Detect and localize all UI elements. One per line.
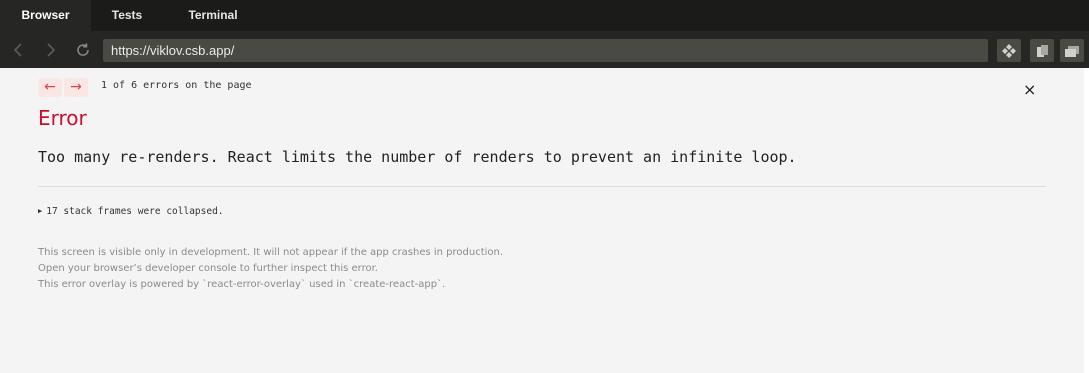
footer-note: This screen is visible only in developme… <box>38 245 503 293</box>
chevron-right-icon[interactable] <box>41 41 59 59</box>
tab-bar: Browser Tests Terminal <box>0 0 1089 31</box>
drag-move-icon[interactable] <box>997 39 1021 62</box>
tab-terminal[interactable]: Terminal <box>163 0 263 31</box>
next-error-button[interactable]: → <box>64 78 88 97</box>
chevron-left-icon[interactable] <box>10 41 28 59</box>
navigation-bar: https://viklov.csb.app/ <box>0 31 1089 68</box>
error-navigation: ← → <box>38 78 88 97</box>
refresh-icon[interactable] <box>74 41 92 59</box>
stack-frames-label: 17 stack frames were collapsed. <box>46 206 224 217</box>
url-input[interactable]: https://viklov.csb.app/ <box>103 39 988 62</box>
error-overlay: ← → 1 of 6 errors on the page × Error To… <box>0 68 1084 373</box>
footer-line: This screen is visible only in developme… <box>38 247 504 258</box>
stack-frames-toggle[interactable]: ▶ 17 stack frames were collapsed. <box>38 206 224 217</box>
error-title: Error <box>38 106 87 130</box>
error-message: Too many re-renders. React limits the nu… <box>38 148 797 166</box>
triangle-right-icon: ▶ <box>38 207 43 215</box>
tab-tests[interactable]: Tests <box>91 0 163 31</box>
scrollbar[interactable] <box>1084 68 1089 373</box>
divider <box>38 186 1046 187</box>
error-count: 1 of 6 errors on the page <box>101 80 252 91</box>
previous-error-button[interactable]: ← <box>38 78 62 97</box>
footer-line: Open your browser’s developer console to… <box>38 263 378 274</box>
tab-browser[interactable]: Browser <box>0 0 91 31</box>
footer-line: This error overlay is powered by `react-… <box>38 279 446 290</box>
copy-icon[interactable] <box>1030 39 1054 62</box>
windows-icon[interactable] <box>1060 39 1084 62</box>
close-icon[interactable]: × <box>1023 82 1036 98</box>
